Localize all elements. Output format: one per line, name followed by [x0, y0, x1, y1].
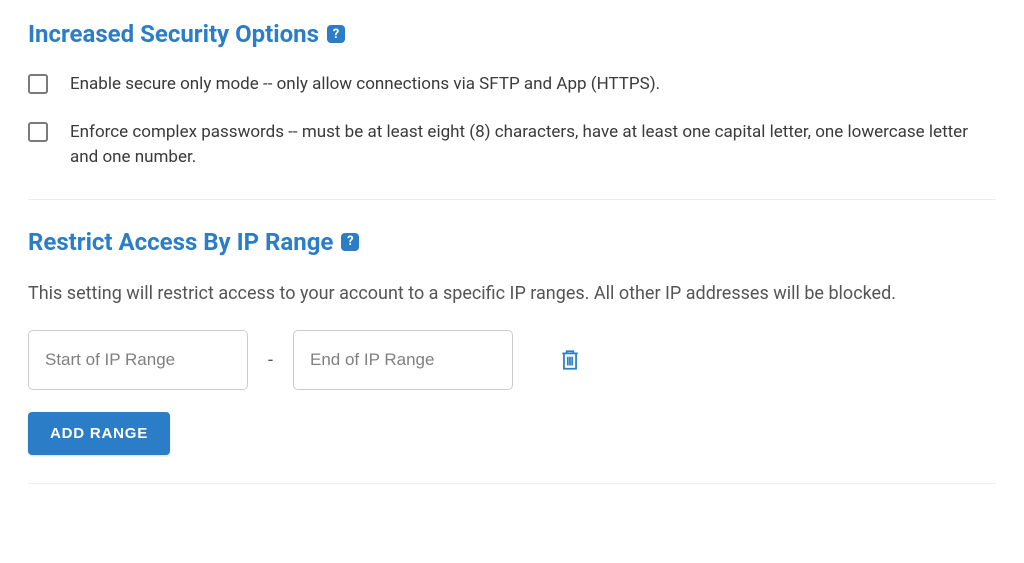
ip-start-input[interactable]: [28, 330, 248, 390]
secure-only-mode-row: Enable secure only mode -- only allow co…: [28, 72, 996, 98]
security-options-section: Increased Security Options ? Enable secu…: [28, 20, 996, 200]
add-range-button[interactable]: ADD RANGE: [28, 412, 170, 455]
complex-passwords-label[interactable]: Enforce complex passwords -- must be at …: [70, 120, 996, 171]
help-icon[interactable]: ?: [327, 25, 345, 43]
ip-range-separator: -: [264, 350, 277, 371]
ip-range-row: -: [28, 330, 996, 390]
secure-only-mode-label[interactable]: Enable secure only mode -- only allow co…: [70, 72, 660, 98]
ip-restrict-heading-text: Restrict Access By IP Range: [28, 228, 333, 256]
ip-restrict-description: This setting will restrict access to you…: [28, 280, 996, 309]
help-icon[interactable]: ?: [341, 233, 359, 251]
complex-passwords-checkbox[interactable]: [28, 122, 48, 142]
ip-restrict-section: Restrict Access By IP Range ? This setti…: [28, 228, 996, 485]
secure-only-mode-checkbox[interactable]: [28, 74, 48, 94]
complex-passwords-row: Enforce complex passwords -- must be at …: [28, 120, 996, 171]
ip-end-input[interactable]: [293, 330, 513, 390]
delete-range-button[interactable]: [553, 343, 587, 377]
security-options-heading: Increased Security Options ?: [28, 20, 996, 48]
ip-restrict-heading: Restrict Access By IP Range ?: [28, 228, 996, 256]
trash-icon: [561, 349, 579, 371]
security-options-heading-text: Increased Security Options: [28, 20, 319, 48]
